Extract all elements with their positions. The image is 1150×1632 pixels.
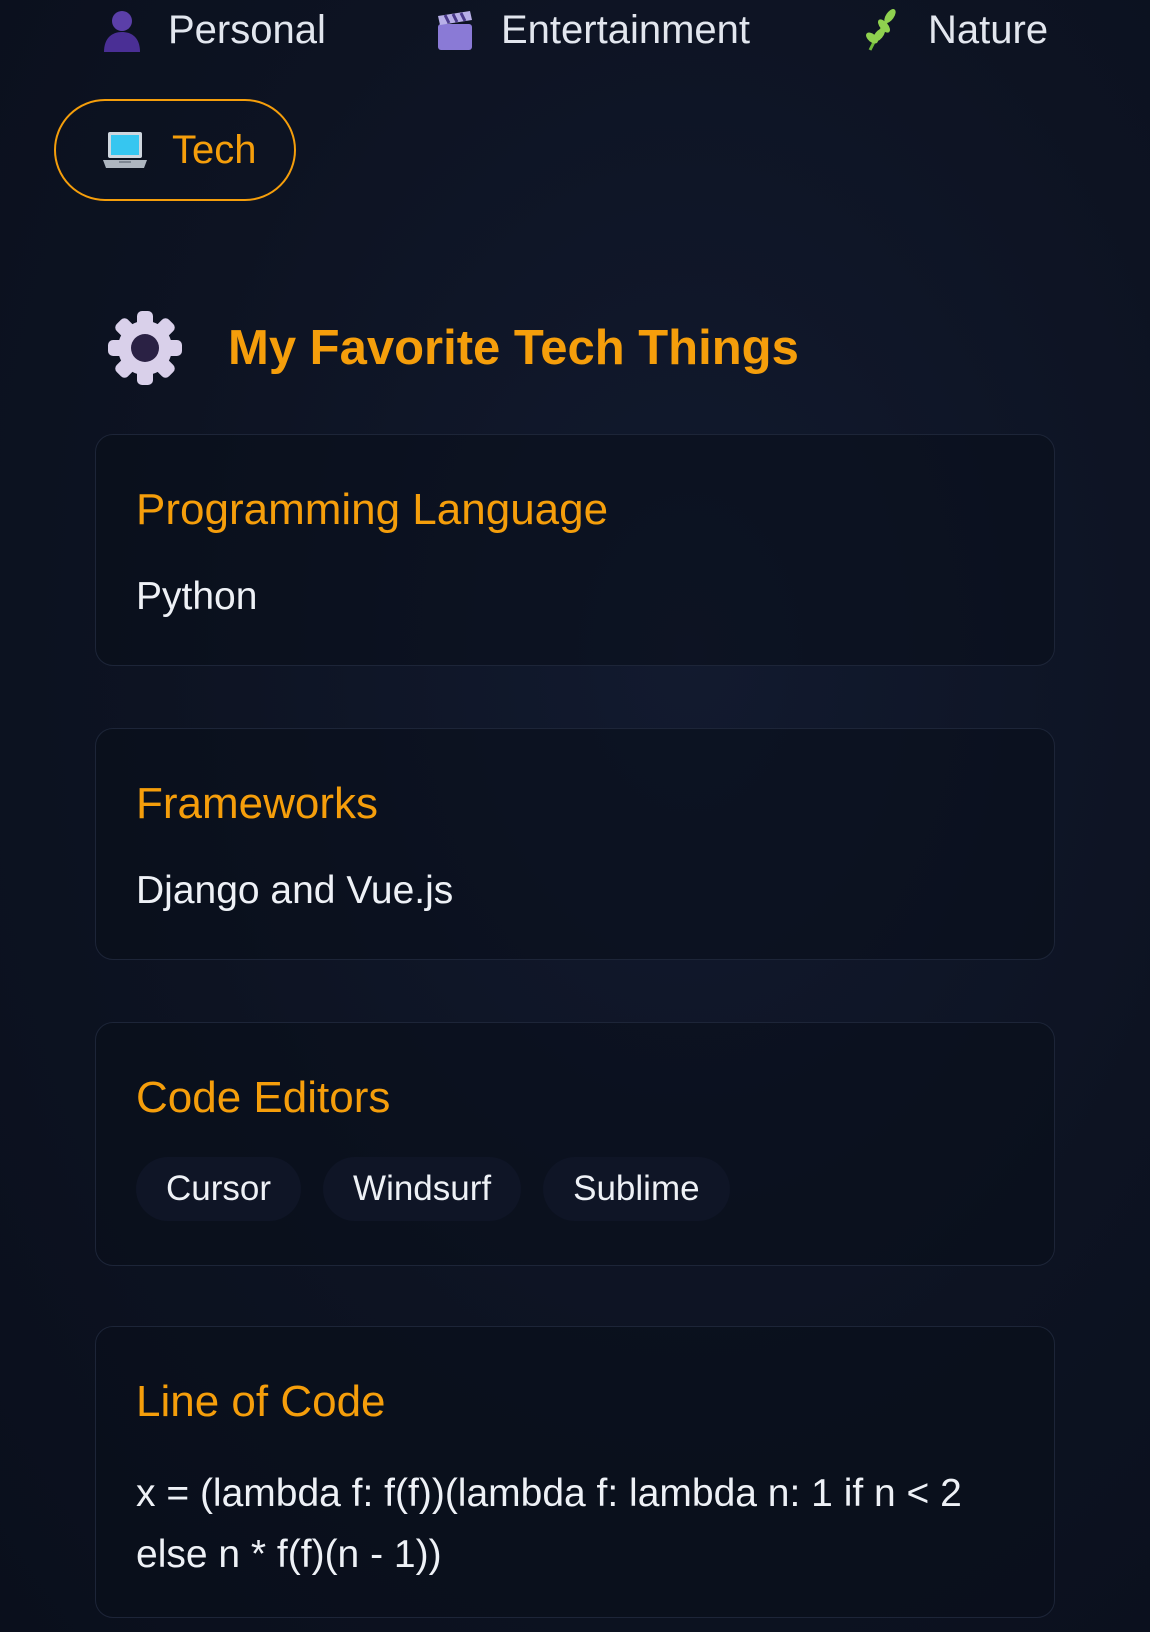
person-icon: [100, 8, 144, 52]
card-title: Code Editors: [136, 1073, 391, 1122]
tab-personal-label: Personal: [168, 7, 326, 52]
card-value: Python: [136, 575, 258, 618]
section-header: My Favorite Tech Things: [106, 308, 799, 388]
card-frameworks: Frameworks Django and Vue.js: [95, 728, 1055, 960]
card-title: Line of Code: [136, 1377, 386, 1426]
card-title: Frameworks: [136, 779, 379, 828]
card-code-editors: Code Editors Cursor Windsurf Sublime: [95, 1022, 1055, 1266]
tab-entertainment-label: Entertainment: [501, 7, 751, 52]
card-value: Django and Vue.js: [136, 869, 454, 912]
tab-nature[interactable]: Nature: [860, 6, 1048, 54]
editor-chip: Sublime: [543, 1157, 730, 1221]
card-programming-language: Programming Language Python: [95, 434, 1055, 666]
editor-chip: Windsurf: [323, 1157, 522, 1221]
tab-nature-label: Nature: [928, 7, 1049, 52]
herb-icon: [860, 8, 904, 52]
gear-icon: [108, 311, 182, 385]
card-line-of-code: Line of Code x = (lambda f: f(f))(lambda…: [95, 1326, 1055, 1618]
laptop-icon: [102, 130, 148, 170]
editor-chip-list: Cursor Windsurf Sublime: [136, 1157, 752, 1221]
editor-chip: Cursor: [136, 1157, 302, 1221]
clapper-board-icon: [433, 8, 477, 52]
card-title: Programming Language: [136, 485, 609, 534]
page-title: My Favorite Tech Things: [228, 321, 799, 375]
tab-personal[interactable]: Personal: [100, 6, 326, 54]
tab-tech[interactable]: Tech: [54, 99, 296, 201]
tab-tech-label: Tech: [172, 127, 257, 172]
code-snippet: x = (lambda f: f(f))(lambda f: lambda n:…: [136, 1472, 962, 1576]
category-tabs: Personal Entertainment Nature: [0, 0, 1150, 60]
tab-entertainment[interactable]: Entertainment: [433, 6, 750, 54]
